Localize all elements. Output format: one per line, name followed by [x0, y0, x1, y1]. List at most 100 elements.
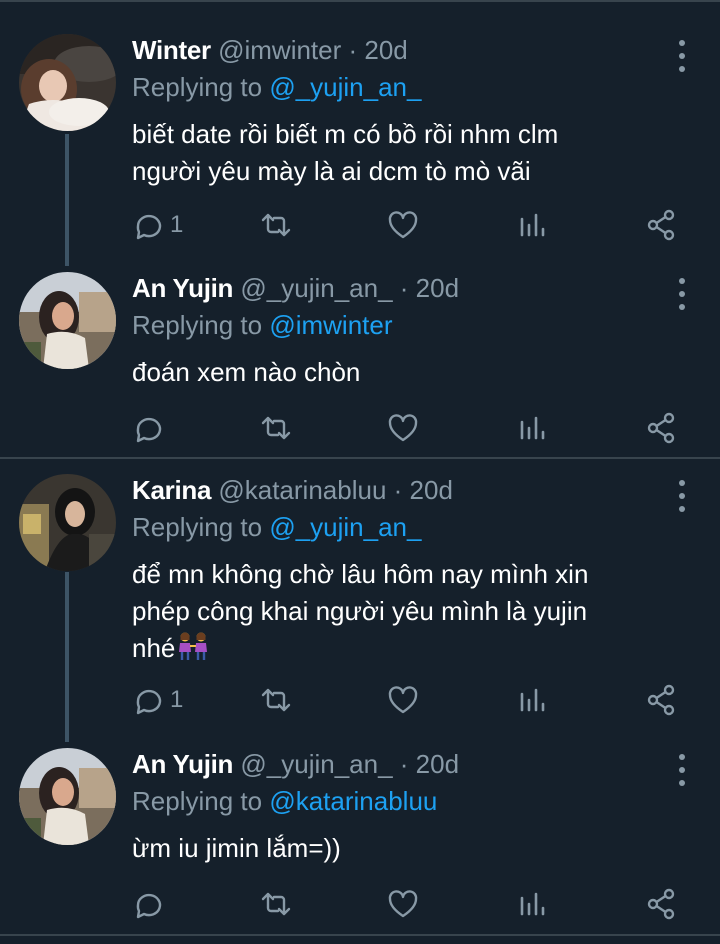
replying-mention[interactable]: @_yujin_an_ — [269, 72, 421, 102]
share-icon — [647, 684, 675, 716]
analytics-icon — [520, 213, 545, 237]
timestamp[interactable]: 20d — [416, 273, 459, 303]
more-options-icon[interactable] — [672, 38, 692, 78]
tweet-line: biết date rồi biết m có bồ rồi nhm clm — [132, 119, 559, 149]
replying-to: Replying to @katarinabluu — [132, 785, 437, 817]
dot-separator: · — [392, 273, 416, 303]
avatar-karina[interactable] — [19, 474, 116, 571]
author-handle[interactable]: @katarinabluu — [218, 475, 386, 505]
tweet-actions — [132, 408, 692, 448]
tweet-line: nhé — [132, 633, 176, 663]
more-options-icon[interactable] — [672, 478, 692, 518]
like-button[interactable] — [387, 680, 419, 720]
more-options-icon[interactable] — [672, 276, 692, 316]
reply-icon — [136, 689, 162, 715]
like-button[interactable] — [387, 205, 419, 245]
heart-icon — [388, 890, 418, 918]
author-handle[interactable]: @_yujin_an_ — [240, 273, 392, 303]
tweet-line: để mn không chờ lâu hôm nay mình xin — [132, 559, 589, 589]
timestamp[interactable]: 20d — [364, 35, 407, 65]
avatar-yujin[interactable] — [19, 272, 116, 369]
retweet-icon — [261, 416, 291, 440]
author-handle[interactable]: @imwinter — [218, 35, 341, 65]
tweet-line-with-emoji: nhé — [132, 630, 692, 671]
author-handle[interactable]: @_yujin_an_ — [240, 749, 392, 779]
tweet-actions: 1 — [132, 205, 692, 245]
replying-to: Replying to @_yujin_an_ — [132, 511, 421, 543]
reply-count: 1 — [170, 686, 184, 713]
author-name[interactable]: An Yujin — [132, 273, 233, 303]
author-name[interactable]: Karina — [132, 475, 211, 505]
heart-icon — [388, 211, 418, 239]
timestamp[interactable]: 20d — [410, 475, 453, 505]
analytics-button[interactable] — [518, 884, 546, 924]
analytics-button[interactable] — [518, 205, 546, 245]
share-button[interactable] — [645, 408, 677, 448]
replying-label: Replying to — [132, 310, 270, 340]
replying-mention[interactable]: @imwinter — [269, 310, 392, 340]
replying-label: Replying to — [132, 786, 270, 816]
retweet-icon — [261, 892, 291, 916]
heart-icon — [388, 414, 418, 442]
like-button[interactable] — [387, 408, 419, 448]
reply-button[interactable] — [132, 408, 164, 448]
heart-icon — [388, 686, 418, 714]
tweet-text: biết date rồi biết m có bồ rồi nhm clm n… — [132, 116, 692, 190]
share-button[interactable] — [645, 205, 677, 245]
share-icon — [647, 412, 675, 444]
tweet-text: để mn không chờ lâu hôm nay mình xin phé… — [132, 556, 692, 671]
reply-count: 1 — [170, 211, 184, 238]
analytics-icon — [520, 688, 545, 712]
thread-divider — [0, 457, 720, 459]
tweet-header: Winter @imwinter · 20d — [132, 34, 408, 66]
retweet-icon — [261, 688, 291, 712]
tweet-text: đoán xem nào chòn — [132, 354, 692, 391]
replying-to: Replying to @_yujin_an_ — [132, 71, 421, 103]
replying-mention[interactable]: @_yujin_an_ — [269, 512, 421, 542]
reply-button[interactable]: 1 — [132, 205, 183, 245]
tweet-header: Karina @katarinabluu · 20d — [132, 474, 453, 506]
share-button[interactable] — [645, 680, 677, 720]
analytics-button[interactable] — [518, 680, 546, 720]
women-holding-hands-emoji — [175, 631, 211, 671]
dot-separator: · — [392, 749, 416, 779]
author-name[interactable]: Winter — [132, 35, 211, 65]
retweet-button[interactable] — [258, 408, 294, 448]
replying-label: Replying to — [132, 512, 270, 542]
like-button[interactable] — [387, 884, 419, 924]
dot-separator: · — [386, 475, 410, 505]
tweet-line: người yêu mày là ai dcm tò mò vãi — [132, 156, 531, 186]
dot-separator: · — [341, 35, 365, 65]
analytics-button[interactable] — [518, 408, 546, 448]
retweet-icon — [261, 213, 291, 237]
reply-icon — [136, 893, 162, 919]
reply-icon — [136, 417, 162, 443]
replying-to: Replying to @imwinter — [132, 309, 393, 341]
analytics-icon — [520, 416, 545, 440]
retweet-button[interactable] — [258, 205, 294, 245]
share-icon — [647, 888, 675, 920]
bottom-divider — [0, 934, 720, 936]
timestamp[interactable]: 20d — [416, 749, 459, 779]
avatar-winter[interactable] — [19, 34, 116, 131]
retweet-button[interactable] — [258, 884, 294, 924]
avatar-yujin[interactable] — [19, 748, 116, 845]
author-name[interactable]: An Yujin — [132, 749, 233, 779]
share-icon — [647, 209, 675, 241]
share-button[interactable] — [645, 884, 677, 924]
tweet-header: An Yujin @_yujin_an_ · 20d — [132, 272, 459, 304]
reply-button[interactable]: 1 — [132, 680, 183, 720]
tweet-header: An Yujin @_yujin_an_ · 20d — [132, 748, 459, 780]
tweet-actions — [132, 884, 692, 924]
more-options-icon[interactable] — [672, 752, 692, 792]
tweet-line: đoán xem nào chòn — [132, 357, 361, 387]
reply-icon — [136, 214, 162, 240]
tweet-line: ừm iu jimin lắm=)) — [132, 833, 341, 863]
analytics-icon — [520, 892, 545, 916]
top-divider — [0, 0, 720, 2]
retweet-button[interactable] — [258, 680, 294, 720]
replying-mention[interactable]: @katarinabluu — [269, 786, 437, 816]
reply-button[interactable] — [132, 884, 164, 924]
thread-line — [65, 572, 69, 742]
tweet-actions: 1 — [132, 680, 692, 720]
